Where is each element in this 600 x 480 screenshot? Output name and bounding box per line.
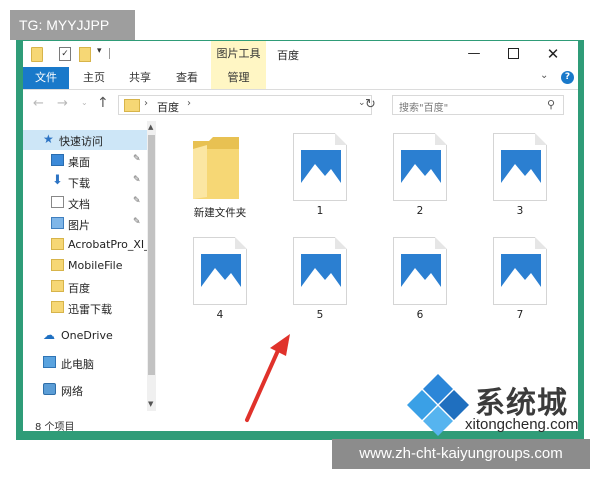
brand-domain: xitongcheng.com — [465, 416, 579, 433]
url-watermark: www.zh-cht-kaiyungroups.com — [332, 439, 590, 469]
brand-logo-icon — [407, 374, 469, 436]
brand-watermark: 系统城 xitongcheng.com — [407, 372, 582, 442]
